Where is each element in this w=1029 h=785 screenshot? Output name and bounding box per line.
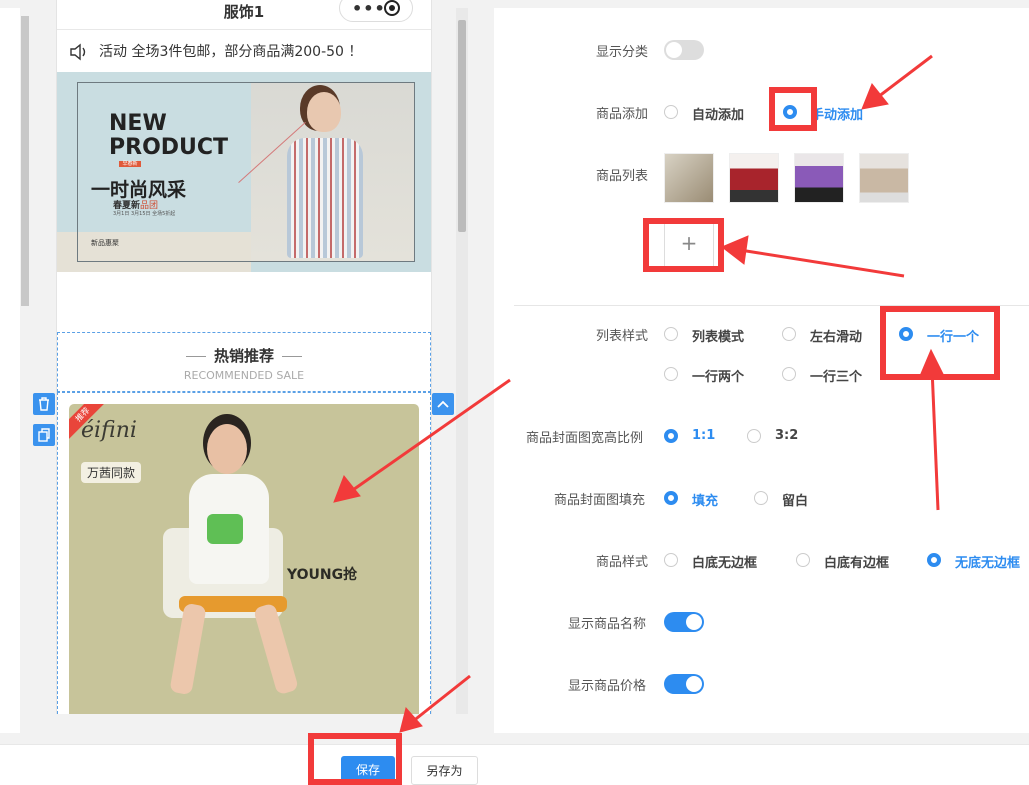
banner-headline-1: NEW [109,111,167,136]
section-title-text: 热销推荐 [213,347,274,365]
option-three-per-row[interactable]: 一行三个 [810,366,862,385]
delete-block-button[interactable] [33,393,55,415]
product-model-head [207,424,247,474]
product-overlay-text: YOUNG抢 [287,567,358,583]
option-auto-add[interactable]: 自动添加 [692,104,744,123]
show-price-label: 显示商品价格 [568,679,647,694]
goods-thumb-4[interactable] [859,153,909,203]
page-title: 服饰1 ••• [57,0,431,30]
goods-thumb-2[interactable] [729,153,779,203]
goods-list-label: 商品列表 [596,169,649,184]
banner-image[interactable]: 新品惠聚 NEW PRODUCT 早春新 一时尚风采 春夏新品团 3月1日 3月1… [57,72,431,272]
notice-text: 活动 全场3件包邮，部分商品满200-50 ！ [99,44,363,60]
option-no-bg-no-border[interactable]: 无底无边框 [955,552,1020,571]
annotation-box-add-goods [643,218,724,272]
option-swipe[interactable]: 左右滑动 [810,326,862,345]
page-title-text: 服饰1 [223,3,265,21]
radio-no-bg-no-border[interactable] [927,553,941,567]
preview-scrollbar-thumb[interactable] [458,20,466,232]
left-scrollbar[interactable] [21,16,29,306]
option-ratio-1-1[interactable]: 1:1 [692,428,715,443]
radio-list-mode[interactable] [664,327,678,341]
banner-headline: NEW PRODUCT [109,112,228,160]
section-title: 热销推荐 [58,345,430,366]
goods-block[interactable]: 推荐 éifini 万茜同款 YOUNG抢 [57,392,431,714]
mini-program-capsule[interactable]: ••• [339,0,413,22]
goods-add-label: 商品添加 [596,107,649,122]
footer-bar [0,744,1029,785]
show-category-label: 显示分类 [596,45,649,60]
save-as-button[interactable]: 另存为 [411,756,478,785]
left-strip [0,8,29,733]
product-tag-pill: 万茜同款 [81,462,142,483]
annotation-box-one-per-row [880,306,1000,380]
show-name-label: 显示商品名称 [568,617,647,632]
banner-tag: 早春新 [119,161,141,167]
radio-auto-add[interactable] [664,105,678,119]
section-header-block[interactable]: 热销推荐 RECOMMENDED SALE [57,332,431,392]
radio-white-no-border[interactable] [664,553,678,567]
cover-fill-label: 商品封面图填充 [554,493,646,508]
product-image[interactable]: 推荐 éifini 万茜同款 YOUNG抢 [69,404,419,714]
annotation-box-save [308,733,402,785]
show-price-toggle[interactable] [664,674,704,694]
move-up-button[interactable] [432,393,454,415]
banner-tiny-text: 3月1日 3月15日 全场5折起 [113,211,176,217]
radio-white-border[interactable] [796,553,810,567]
chevron-up-icon [437,400,449,408]
option-blank[interactable]: 留白 [782,490,808,509]
option-fill[interactable]: 填充 [692,490,718,509]
radio-fill[interactable] [664,491,678,505]
goods-thumb-3[interactable] [794,153,844,203]
notice-bar[interactable]: 活动 全场3件包邮，部分商品满200-50 ！ [57,33,431,71]
radio-ratio-1-1[interactable] [664,429,678,443]
radio-two-per-row[interactable] [664,367,678,381]
show-category-toggle[interactable] [664,40,704,60]
option-list-mode[interactable]: 列表模式 [692,326,744,345]
radio-ratio-3-2[interactable] [747,429,761,443]
radio-three-per-row[interactable] [782,367,796,381]
option-two-per-row[interactable]: 一行两个 [692,366,744,385]
trash-icon [39,397,49,411]
section-subtitle: RECOMMENDED SALE [183,369,305,382]
radio-blank[interactable] [754,491,768,505]
mobile-preview: 服饰1 ••• 活动 全场3件包邮，部分商品满200-50 ！ 新品惠聚 NEW… [56,0,432,714]
close-circle-icon[interactable] [384,0,400,16]
radio-swipe[interactable] [782,327,796,341]
option-white-border[interactable]: 白底有边框 [824,552,889,571]
banner-frame [77,82,415,262]
goods-thumb-1[interactable] [664,153,714,203]
product-brand-logo: éifini [81,418,137,443]
more-dots-icon[interactable]: ••• [352,1,386,17]
speaker-icon [70,43,86,61]
option-manual-add[interactable]: 手动添加 [811,104,863,123]
goods-style-label: 商品样式 [596,555,649,570]
product-model-leg-right [253,602,299,696]
product-model-body [189,474,269,584]
list-style-label: 列表样式 [596,329,649,344]
option-ratio-3-2[interactable]: 3:2 [775,428,798,443]
copy-icon [38,428,50,442]
copy-block-button[interactable] [33,424,55,446]
banner-headline-2: PRODUCT [109,135,229,160]
cover-ratio-label: 商品封面图宽高比例 [526,431,644,446]
annotation-box-manual-add [769,87,817,131]
show-name-toggle[interactable] [664,612,704,632]
option-white-no-border[interactable]: 白底无边框 [692,552,757,571]
